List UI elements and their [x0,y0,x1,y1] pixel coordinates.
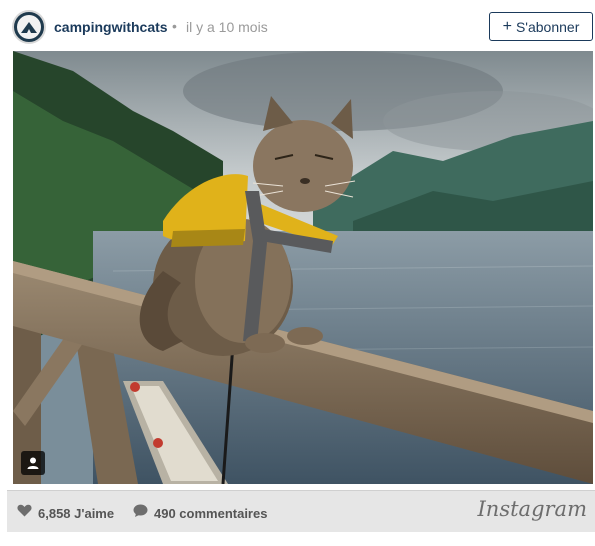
follow-button[interactable]: + S'abonner [489,12,593,41]
likes-counter[interactable]: 6,858 J'aime [17,504,114,522]
post-photo[interactable] [13,51,593,484]
post-footer: 6,858 J'aime 490 commentaires Instagram [7,490,595,532]
comments-counter[interactable]: 490 commentaires [133,504,267,522]
comments-count: 490 commentaires [154,505,268,521]
avatar[interactable] [12,10,46,44]
instagram-logo[interactable]: Instagram [478,497,587,521]
separator-dot: • [172,18,177,34]
post-time[interactable]: il y a 10 mois [186,19,268,35]
username-link[interactable]: campingwithcats [54,19,168,35]
avatar-logo-icon [17,15,41,39]
plus-icon: + [502,17,512,35]
likes-count: 6,858 J'aime [38,505,115,521]
follow-label: S'abonner [515,18,580,35]
user-tag-icon[interactable] [21,451,45,475]
cat-on-railing-illustration [13,51,593,484]
post-header: campingwithcats • il y a 10 mois + S'abo… [0,0,595,52]
comment-icon [133,504,148,522]
heart-icon [17,504,32,522]
